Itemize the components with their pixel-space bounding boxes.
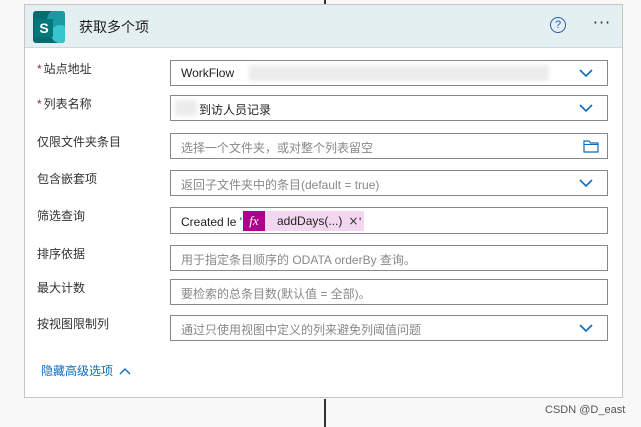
list-name-dropdown[interactable]: 到访人员记录 [170, 95, 608, 121]
view-limit-row: 按视图限制列 通过只使用视图中定义的列来避免列阈值问题 [25, 315, 622, 341]
order-by-placeholder: 用于指定条目顺序的 ODATA orderBy 查询。 [181, 253, 416, 267]
chevron-up-icon [119, 367, 131, 374]
more-options-icon[interactable]: ··· [591, 13, 613, 33]
card-title: 获取多个项 [79, 19, 149, 35]
nested-items-placeholder: 返回子文件夹中的条目(default = true) [181, 178, 380, 192]
folder-placeholder: 选择一个文件夹，或对整个列表留空 [181, 141, 374, 155]
view-limit-dropdown[interactable]: 通过只使用视图中定义的列来避免列阈值问题 [170, 315, 608, 341]
action-card: S 获取多个项 ? ··· * 站点地址 WorkFlow * 列表名称 到访人员记… [24, 4, 623, 398]
site-address-value: WorkFlow [181, 66, 235, 80]
hide-advanced-options-link[interactable]: 隐藏高级选项 [41, 362, 131, 379]
flow-connector-bottom [324, 399, 326, 427]
hide-advanced-options-label: 隐藏高级选项 [41, 364, 114, 378]
list-name-row: * 列表名称 到访人员记录 [25, 95, 622, 121]
expression-token[interactable]: fx addDays(...) × [243, 211, 365, 231]
fx-icon: fx [243, 211, 265, 231]
remove-token-icon[interactable]: × [346, 214, 364, 228]
list-name-label: * 列表名称 [37, 97, 92, 111]
filter-query-suffix: ' [359, 215, 362, 229]
watermark: CSDN @D_east [545, 404, 626, 416]
top-count-input[interactable]: 要检索的总条目数(默认值 = 全部)。 [170, 279, 608, 305]
top-count-placeholder: 要检索的总条目数(默认值 = 全部)。 [181, 287, 371, 301]
top-count-label: 最大计数 [37, 281, 86, 295]
nested-items-dropdown[interactable]: 返回子文件夹中的条目(default = true) [170, 170, 608, 196]
view-limit-placeholder: 通过只使用视图中定义的列来避免列阈值问题 [181, 323, 422, 337]
chevron-down-icon[interactable] [579, 66, 593, 80]
folder-label: 仅限文件夹条目 [37, 135, 122, 149]
order-by-label: 排序依据 [37, 247, 86, 261]
order-by-row: 排序依据 用于指定条目顺序的 ODATA orderBy 查询。 [25, 245, 622, 271]
chevron-down-icon[interactable] [579, 101, 593, 115]
order-by-input[interactable]: 用于指定条目顺序的 ODATA orderBy 查询。 [170, 245, 608, 271]
expression-token-label: addDays(...) [277, 214, 343, 228]
chevron-down-icon[interactable] [579, 176, 593, 190]
nested-items-row: 包含嵌套项 返回子文件夹中的条目(default = true) [25, 170, 622, 196]
folder-row: 仅限文件夹条目 选择一个文件夹，或对整个列表留空 [25, 133, 622, 159]
card-header[interactable]: S 获取多个项 ? ··· [25, 5, 622, 48]
help-icon[interactable]: ? [550, 17, 566, 33]
site-address-dropdown[interactable]: WorkFlow [170, 60, 608, 86]
nested-items-label: 包含嵌套项 [37, 172, 98, 186]
redacted-region [175, 100, 197, 116]
folder-input[interactable]: 选择一个文件夹，或对整个列表留空 [170, 133, 608, 159]
redacted-region [249, 65, 549, 81]
filter-query-prefix: Created le ' [181, 215, 242, 229]
filter-query-input[interactable]: Created le ' fx addDays(...) × ' [170, 207, 608, 234]
filter-query-label: 筛选查询 [37, 209, 86, 223]
view-limit-label: 按视图限制列 [37, 317, 110, 331]
folder-icon[interactable] [583, 139, 599, 153]
sharepoint-icon: S [33, 11, 65, 43]
chevron-down-icon[interactable] [579, 321, 593, 335]
list-name-value: 到访人员记录 [199, 103, 272, 117]
site-address-label: * 站点地址 [37, 62, 92, 76]
filter-query-row: 筛选查询 Created le ' fx addDays(...) × ' [25, 207, 622, 234]
top-count-row: 最大计数 要检索的总条目数(默认值 = 全部)。 [25, 279, 622, 305]
site-address-row: * 站点地址 WorkFlow [25, 60, 622, 86]
